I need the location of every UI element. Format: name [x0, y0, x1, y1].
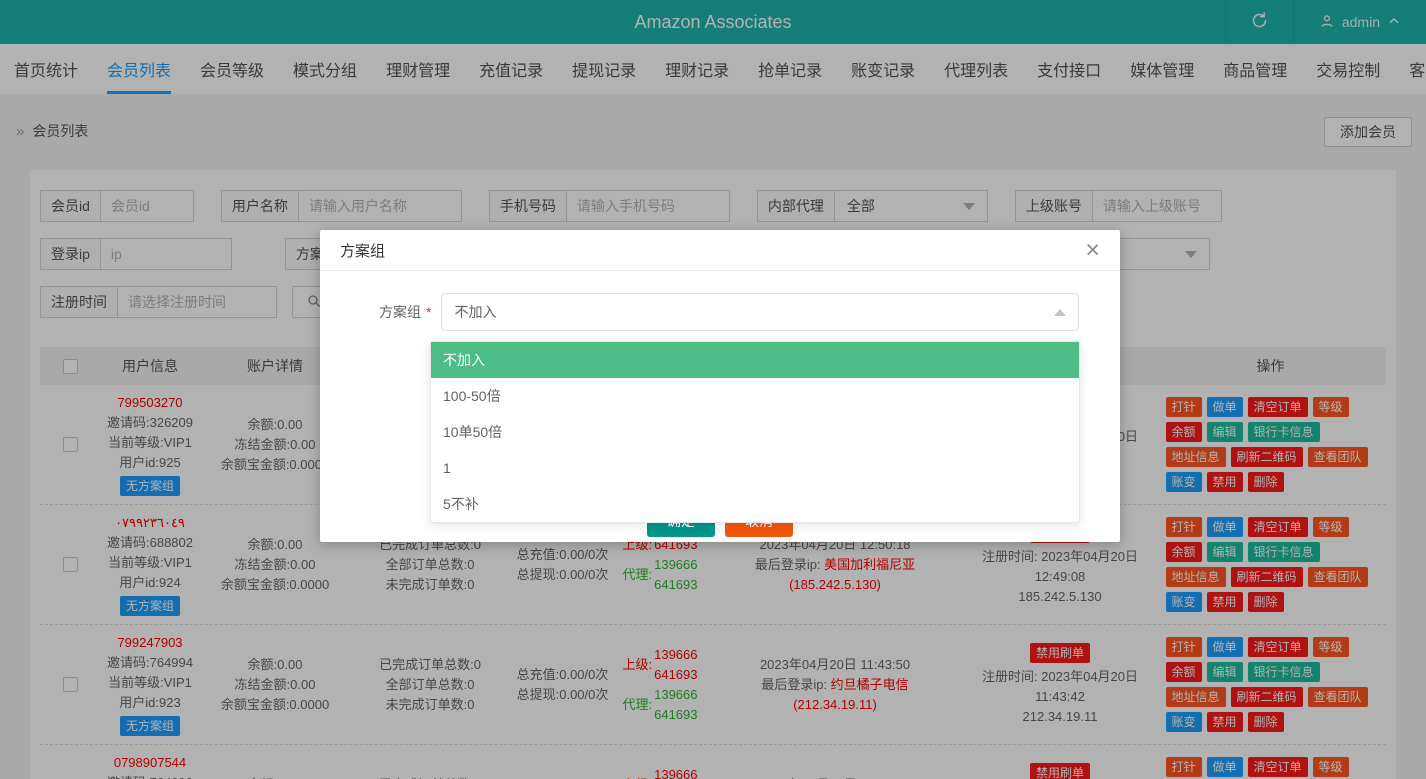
chevron-up-icon [1054, 308, 1066, 316]
plan-group-selected-value: 不加入 [454, 304, 497, 320]
dropdown-option-5[interactable]: 5不补 [431, 486, 1079, 522]
plan-group-field: 方案组 * 不加入 [320, 271, 1120, 331]
dropdown-option-4[interactable]: 1 [431, 450, 1079, 486]
dropdown-option-3[interactable]: 10单50倍 [431, 414, 1079, 450]
modal-header: 方案组 × [320, 230, 1120, 271]
dropdown-option-1[interactable]: 不加入 [431, 342, 1079, 378]
close-icon[interactable]: × [1085, 237, 1100, 263]
plan-group-select[interactable]: 不加入 [441, 293, 1079, 331]
plan-group-field-label: 方案组 [379, 304, 421, 320]
modal-title: 方案组 [340, 242, 386, 260]
dropdown-option-2[interactable]: 100-50倍 [431, 378, 1079, 414]
required-asterisk: * [426, 304, 432, 320]
plan-group-dropdown: 不加入 100-50倍 10单50倍 1 5不补 [430, 341, 1080, 523]
